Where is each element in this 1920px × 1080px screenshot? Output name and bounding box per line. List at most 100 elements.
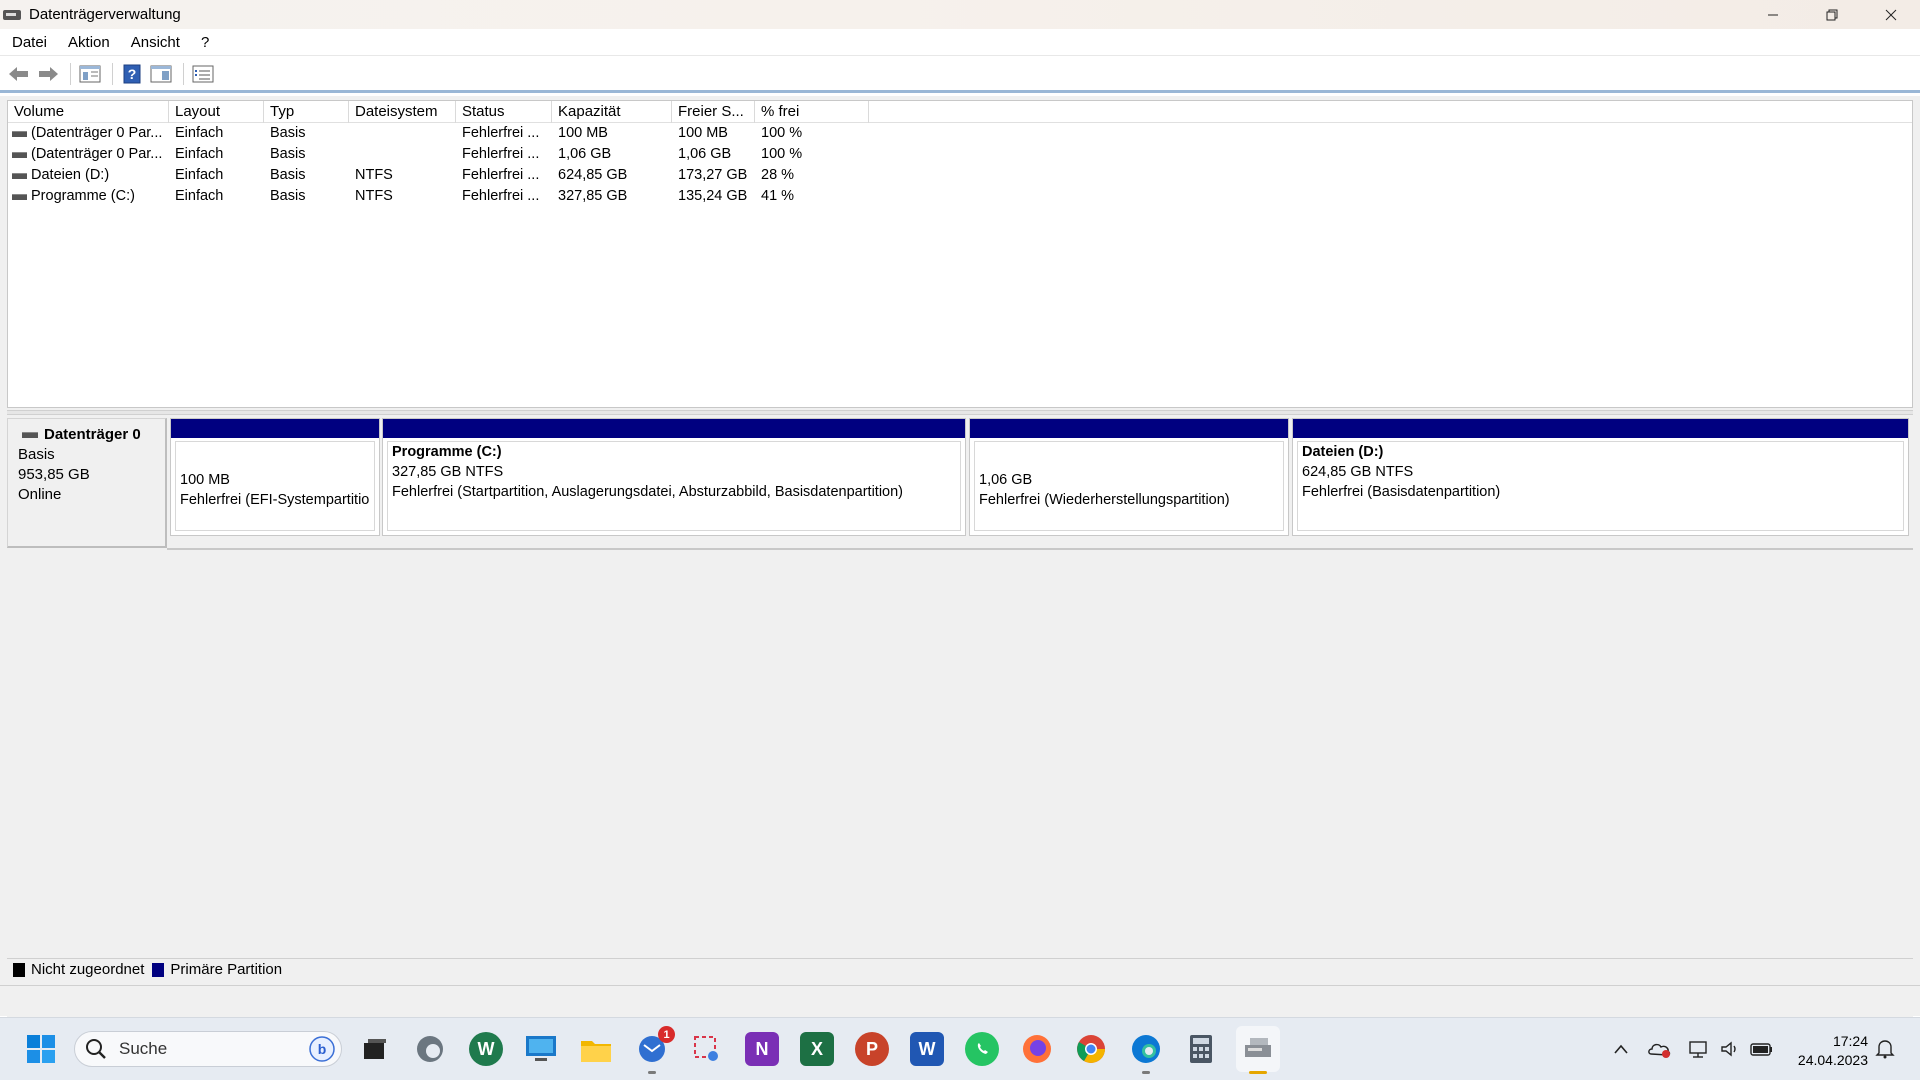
network-icon: [1689, 1041, 1707, 1058]
disk-status: Online: [18, 486, 62, 503]
tray-battery[interactable]: [1748, 1032, 1776, 1066]
console-tree-button[interactable]: [77, 61, 103, 87]
back-button[interactable]: [6, 61, 32, 87]
partition-name: Dateien (D:): [1302, 444, 1384, 460]
column-header-kapazitaet[interactable]: Kapazität: [552, 101, 672, 123]
menu-datei[interactable]: Datei: [0, 34, 56, 51]
tray-onedrive[interactable]: [1646, 1032, 1674, 1066]
volume-free-space: 135,24 GB: [678, 188, 748, 204]
taskbar-app[interactable]: [1129, 1032, 1163, 1074]
volume-status: Fehlerfrei ...: [462, 167, 540, 183]
column-header-layout[interactable]: Layout: [169, 101, 264, 123]
taskbar-app[interactable]: [965, 1032, 999, 1066]
legend-label-unallocated: Nicht zugeordnet: [31, 961, 145, 978]
toolbar-separator: [70, 62, 71, 85]
taskbar-clock[interactable]: 17:24 24.04.2023: [1798, 1032, 1868, 1070]
disk-name: Datenträger 0: [44, 426, 141, 443]
table-row[interactable]: (Datenträger 0 Par... Einfach Basis Fehl…: [8, 144, 1912, 165]
taskbar-app[interactable]: [579, 1032, 613, 1066]
taskbar-app[interactable]: P: [855, 1032, 889, 1066]
start-button[interactable]: [24, 1032, 58, 1066]
volume-free-space: 100 MB: [678, 125, 728, 141]
menu-help[interactable]: ?: [189, 34, 218, 51]
clock-date: 24.04.2023: [1797, 1052, 1868, 1068]
taskbar-app[interactable]: X: [800, 1032, 834, 1066]
taskbar-app[interactable]: [524, 1032, 558, 1066]
tray-network[interactable]: [1687, 1032, 1713, 1066]
partition-color-bar: [383, 419, 965, 438]
volume-free-space: 173,27 GB: [678, 167, 748, 183]
search-icon: [86, 1039, 106, 1059]
taskbar-app[interactable]: W: [469, 1032, 503, 1066]
column-header-typ[interactable]: Typ: [264, 101, 349, 123]
restore-button[interactable]: [1802, 0, 1861, 29]
forward-button[interactable]: [35, 61, 61, 87]
taskbar-app[interactable]: [690, 1032, 724, 1066]
tray-notifications[interactable]: [1872, 1032, 1898, 1066]
disk-size: 953,85 GB: [18, 466, 90, 483]
search-placeholder: Suche: [119, 1039, 168, 1058]
toolbar-separator: [183, 62, 184, 85]
wordpad-icon: W: [477, 1038, 495, 1059]
taskbar-app-active[interactable]: [1236, 1026, 1280, 1074]
partition-efi[interactable]: 100 MB Fehlerfrei (EFI-Systempartitio: [170, 418, 380, 536]
column-header-freier-speicher[interactable]: Freier S...: [672, 101, 755, 123]
volume-type: Basis: [270, 146, 306, 162]
taskbar-app[interactable]: [1184, 1032, 1218, 1066]
volume-filesystem: NTFS: [355, 188, 393, 204]
status-bar: [0, 985, 1920, 1016]
volume-capacity: 327,85 GB: [558, 188, 628, 204]
taskbar-app[interactable]: [413, 1032, 447, 1066]
column-header-dateisystem[interactable]: Dateisystem: [349, 101, 456, 123]
minimize-button[interactable]: [1743, 0, 1802, 29]
task-view-button[interactable]: [357, 1032, 391, 1066]
partition-color-bar: [970, 419, 1288, 438]
menu-aktion[interactable]: Aktion: [56, 34, 119, 51]
taskbar-app[interactable]: [1074, 1032, 1108, 1066]
column-header-empty: [869, 101, 1912, 123]
column-header-prozent-frei[interactable]: % frei: [755, 101, 869, 123]
table-row[interactable]: Programme (C:) Einfach Basis NTFS Fehler…: [8, 186, 1912, 207]
volume-type: Basis: [270, 125, 306, 141]
taskbar-app[interactable]: [1020, 1032, 1054, 1066]
volume-list-header: Volume Layout Typ Dateisystem Status Kap…: [8, 101, 1912, 123]
taskbar-search[interactable]: Suche b: [74, 1031, 342, 1067]
properties-button[interactable]: [190, 61, 216, 87]
partition-status: Fehlerfrei (EFI-Systempartitio: [180, 492, 370, 508]
volume-capacity: 100 MB: [558, 125, 608, 141]
pane-splitter[interactable]: [7, 410, 1913, 415]
properties-icon: [192, 65, 214, 82]
firefox-icon: [1023, 1035, 1051, 1063]
partition-color-bar: [1293, 419, 1908, 438]
column-header-status[interactable]: Status: [456, 101, 552, 123]
taskbar-app[interactable]: W: [910, 1032, 944, 1066]
close-button[interactable]: [1861, 0, 1920, 29]
partition-size: 624,85 GB NTFS: [1302, 464, 1414, 480]
volume-capacity: 1,06 GB: [558, 146, 612, 162]
chrome-icon: [1077, 1035, 1105, 1063]
volume-layout: Einfach: [175, 188, 224, 204]
table-row[interactable]: Dateien (D:) Einfach Basis NTFS Fehlerfr…: [8, 165, 1912, 186]
running-indicator: [1249, 1071, 1267, 1074]
partition-size: 327,85 GB NTFS: [392, 464, 504, 480]
word-icon: W: [918, 1038, 936, 1059]
partition-recovery[interactable]: 1,06 GB Fehlerfrei (Wiederherstellungspa…: [969, 418, 1289, 536]
menu-ansicht[interactable]: Ansicht: [119, 34, 189, 51]
volume-filesystem: [349, 144, 456, 165]
tray-overflow-button[interactable]: [1608, 1032, 1634, 1066]
volume-type: Basis: [270, 188, 306, 204]
disk-icon: [22, 432, 38, 438]
tray-volume[interactable]: [1717, 1032, 1743, 1066]
help-button[interactable]: ?: [119, 61, 145, 87]
column-header-volume[interactable]: Volume: [8, 101, 169, 123]
partition-dateien-d[interactable]: Dateien (D:) 624,85 GB NTFS Fehlerfrei (…: [1292, 418, 1909, 536]
action-pane-button[interactable]: [148, 61, 174, 87]
taskbar-app[interactable]: N: [745, 1032, 779, 1066]
start-icon: [27, 1035, 55, 1063]
main-area: Volume Layout Typ Dateisystem Status Kap…: [0, 96, 1920, 1058]
taskbar-app[interactable]: 1: [635, 1026, 675, 1074]
table-row[interactable]: (Datenträger 0 Par... Einfach Basis Fehl…: [8, 123, 1912, 144]
partition-programme-c[interactable]: Programme (C:) 327,85 GB NTFS Fehlerfrei…: [382, 418, 966, 536]
disk-info-box[interactable]: Datenträger 0 Basis 953,85 GB Online: [7, 418, 167, 548]
file-explorer-icon: [581, 1041, 611, 1062]
